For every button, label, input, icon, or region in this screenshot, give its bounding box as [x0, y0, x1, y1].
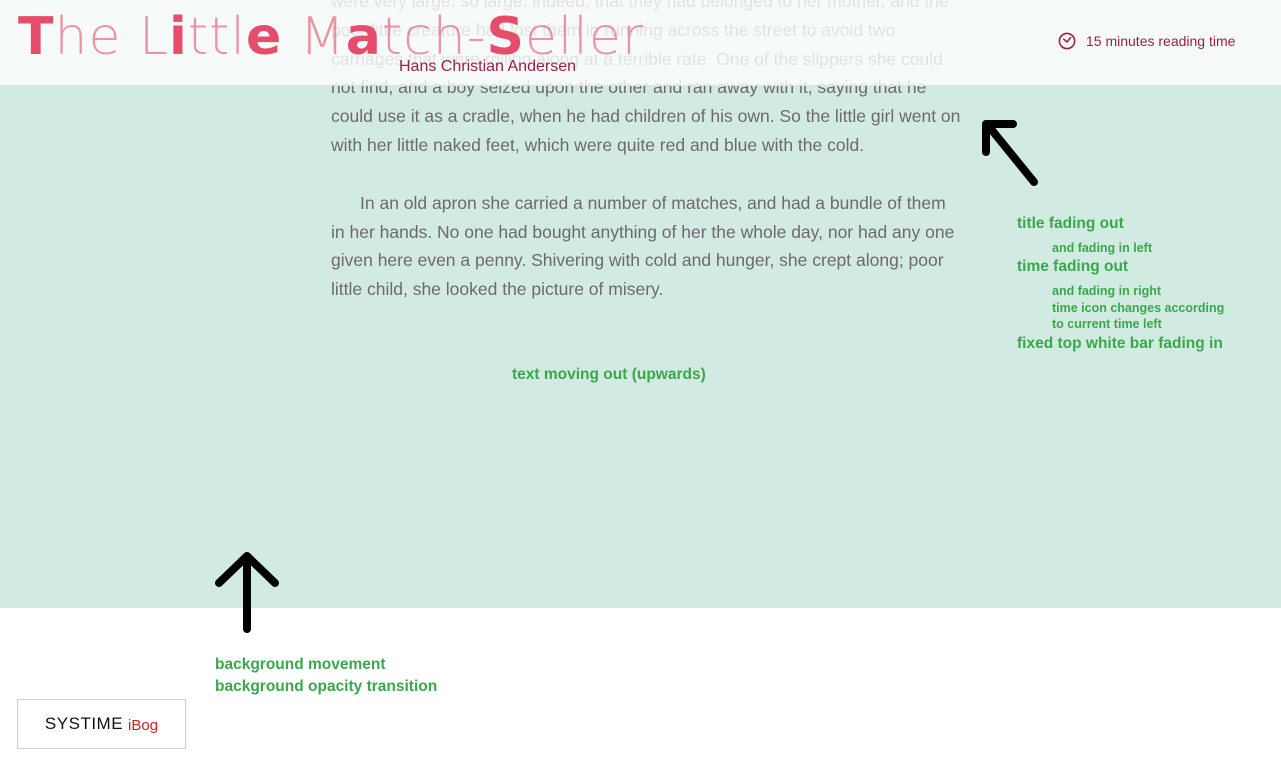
publisher-logo[interactable]: SYSTIME iBog — [17, 699, 186, 749]
reading-time: 15 minutes reading time — [1058, 32, 1235, 50]
title-part: he L — [54, 7, 169, 67]
reading-time-label: 15 minutes reading time — [1086, 33, 1236, 49]
title-part: T — [18, 7, 55, 67]
annotation-title-fading-out: title fading out — [1017, 215, 1124, 232]
annotation-time-icon-changes: time icon changes according — [1052, 301, 1225, 315]
title-part: a — [345, 7, 382, 67]
author-name: Hans Christian Andersen — [399, 58, 576, 75]
logo-brand: SYSTIME — [44, 714, 124, 733]
top-bar: The Little Match-Seller Hans Christian A… — [0, 0, 1281, 86]
annotation-background-movement: background movement — [215, 656, 386, 673]
story-paragraph: In an old apron she carried a number of … — [331, 192, 955, 300]
arrow-up-left-icon — [982, 120, 1038, 186]
annotation-time-icon-changes-line2: to current time left — [1052, 317, 1162, 331]
title-part: i — [168, 7, 188, 67]
annotation-fading-in-left: and fading in left — [1052, 241, 1152, 255]
annotation-time-fading-out: time fading out — [1017, 258, 1129, 275]
annotation-fixed-top-bar: fixed top white bar fading in — [1017, 335, 1223, 352]
title-part: M — [282, 7, 346, 67]
clock-icon — [1058, 32, 1076, 50]
annotation-background-opacity: background opacity transition — [215, 678, 438, 695]
title-part: e — [246, 7, 283, 67]
logo-product: iBog — [128, 717, 159, 734]
annotation-fading-in-right: and fading in right — [1052, 284, 1162, 298]
annotation-text-moving-out: text moving out (upwards) — [512, 366, 706, 383]
arrow-up-icon — [215, 552, 279, 633]
title-part: ttl — [187, 7, 246, 67]
